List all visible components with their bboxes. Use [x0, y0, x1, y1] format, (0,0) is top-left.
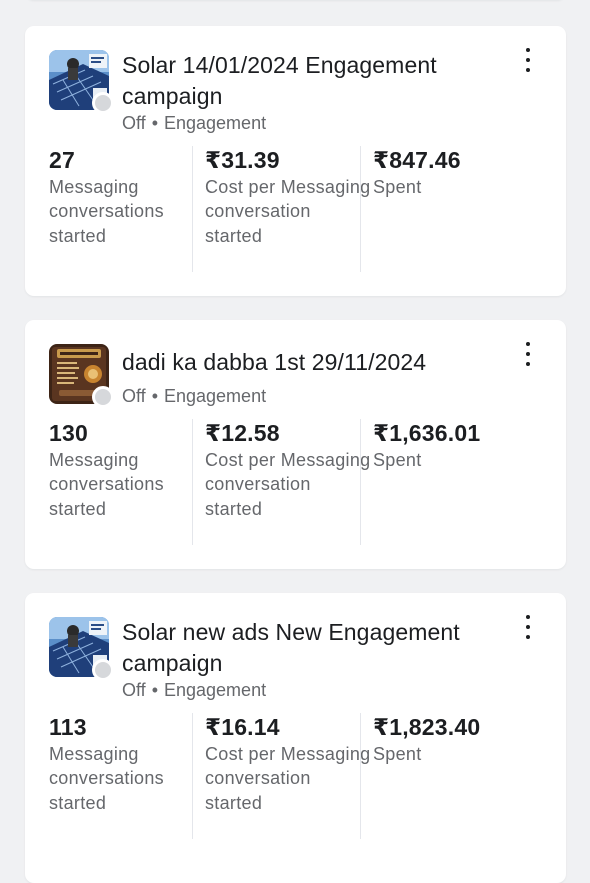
- metric-divider: [192, 419, 193, 545]
- more-options-icon[interactable]: [520, 342, 536, 366]
- metric-cost: ₹16.14 Cost per Messaging conversation s…: [192, 713, 373, 839]
- metric-results-label: Messaging conversations started: [49, 450, 164, 519]
- metric-results: 113 Messaging conversations started: [49, 713, 205, 815]
- metric-spent: ₹1,823.40 Spent: [360, 713, 523, 839]
- campaign-status: Off: [122, 113, 146, 133]
- metric-spent: ₹847.46 Spent: [360, 146, 523, 272]
- metric-spent-label: Spent: [373, 177, 422, 197]
- campaign-status-line: Off • Engagement: [122, 678, 266, 702]
- metric-results-label: Messaging conversations started: [49, 177, 164, 246]
- separator-dot: •: [151, 680, 158, 700]
- campaign-card[interactable]: dadi ka dabba 1st 29/11/2024 Off • Engagem…: [25, 320, 566, 569]
- metric-results-label: Messaging conversations started: [49, 744, 164, 813]
- metric-results: 27 Messaging conversations started: [49, 146, 205, 248]
- campaign-status: Off: [122, 680, 146, 700]
- metric-spent-value: ₹1,636.01: [373, 420, 481, 446]
- metric-divider: [360, 713, 361, 839]
- metric-divider: [192, 146, 193, 272]
- separator-dot: •: [151, 386, 158, 406]
- status-off-indicator: [92, 659, 114, 681]
- status-off-indicator: [92, 386, 114, 408]
- metric-divider: [360, 419, 361, 545]
- campaign-objective: Engagement: [164, 680, 267, 700]
- metric-divider: [360, 146, 361, 272]
- campaign-status: Off: [122, 386, 146, 406]
- metric-cost-value: ₹12.58: [205, 420, 280, 446]
- campaign-objective: Engagement: [164, 113, 267, 133]
- campaign-status-line: Off • Engagement: [122, 111, 266, 135]
- campaign-card[interactable]: Solar new ads New Engagement campaign Of…: [25, 593, 566, 883]
- campaign-metrics: 113 Messaging conversations started ₹16.…: [49, 713, 523, 839]
- campaign-title[interactable]: dadi ka dabba 1st 29/11/2024: [122, 347, 512, 378]
- metric-cost-value: ₹16.14: [205, 714, 280, 740]
- metric-spent-value: ₹1,823.40: [373, 714, 481, 740]
- metric-cost: ₹12.58 Cost per Messaging conversation s…: [192, 419, 373, 545]
- campaign-objective: Engagement: [164, 386, 267, 406]
- metric-cost-label: Cost per Messaging conversation started: [205, 177, 371, 246]
- metric-cost-value: ₹31.39: [205, 147, 280, 173]
- metric-results-value: 130: [49, 420, 88, 446]
- campaign-metrics: 27 Messaging conversations started ₹31.3…: [49, 146, 523, 272]
- campaign-metrics: 130 Messaging conversations started ₹12.…: [49, 419, 523, 545]
- campaign-card[interactable]: Solar 14/01/2024 Engagement campaign Off…: [25, 26, 566, 296]
- metric-cost: ₹31.39 Cost per Messaging conversation s…: [192, 146, 373, 272]
- campaign-title[interactable]: Solar 14/01/2024 Engagement campaign: [122, 50, 512, 112]
- metric-results-value: 27: [49, 147, 75, 173]
- metric-spent-value: ₹847.46: [373, 147, 461, 173]
- status-off-indicator: [92, 92, 114, 114]
- metric-cost-label: Cost per Messaging conversation started: [205, 450, 371, 519]
- metric-results: 130 Messaging conversations started: [49, 419, 205, 521]
- campaign-title[interactable]: Solar new ads New Engagement campaign: [122, 617, 512, 679]
- metric-spent-label: Spent: [373, 450, 422, 470]
- metric-cost-label: Cost per Messaging conversation started: [205, 744, 371, 813]
- metric-results-value: 113: [49, 714, 87, 740]
- metric-divider: [192, 713, 193, 839]
- metric-spent-label: Spent: [373, 744, 422, 764]
- more-options-icon[interactable]: [520, 48, 536, 72]
- separator-dot: •: [151, 113, 158, 133]
- more-options-icon[interactable]: [520, 615, 536, 639]
- campaign-status-line: Off • Engagement: [122, 384, 266, 408]
- metric-spent: ₹1,636.01 Spent: [360, 419, 523, 545]
